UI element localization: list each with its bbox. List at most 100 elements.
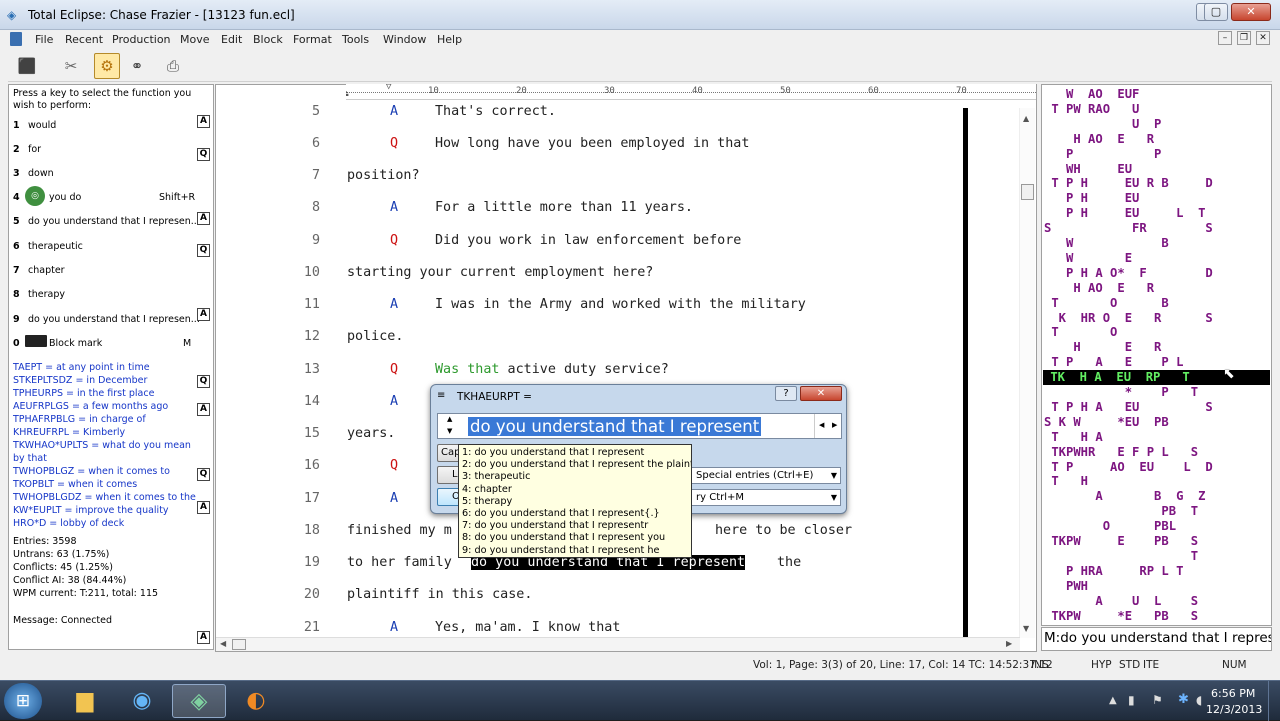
transcript-line[interactable]: 9 Q Did you work in law enforcement before [215,233,1035,265]
steno-stroke[interactable]: A B G Z [1044,489,1205,504]
bicycle-icon[interactable]: ⚭ [124,53,150,79]
scroll-down-icon[interactable]: ▼ [1023,624,1029,633]
transcript-line[interactable]: 7 position? [215,168,1035,200]
menu-format[interactable]: Format [293,33,332,46]
steno-stroke[interactable]: S FR S [1044,221,1213,236]
steno-stroke[interactable]: PWH [1044,579,1088,594]
steno-stroke[interactable]: H E R [1044,340,1161,355]
steno-stroke[interactable]: T P A E P L [1044,355,1183,370]
steno-stroke[interactable]: T H A [1044,430,1102,445]
suggestion-item[interactable]: 3: therapeutic [462,471,530,483]
suggestion-item[interactable]: 6: do you understand that I represent{.} [462,508,660,520]
scroll-right-icon[interactable]: ▶ [1006,639,1012,648]
menu-tools[interactable]: Tools [342,33,369,46]
special-entries-combo[interactable]: Special entries (Ctrl+E) ▼ [691,467,841,484]
steno-stroke[interactable]: P P [1044,147,1161,162]
dictionary-combo[interactable]: ry Ctrl+M ▼ [691,489,841,506]
timer-icon[interactable]: ⚙ [94,53,120,79]
translation-entry-field[interactable]: ▲ ▼ do you understand that I represent ◀… [437,413,842,439]
transcript-line[interactable]: 10 starting your current employment here? [215,265,1035,297]
volume-icon[interactable]: ◖ [1196,693,1202,707]
steno-stroke[interactable]: U P [1044,117,1161,132]
steno-stroke[interactable]: T P H EU R B D [1044,176,1212,191]
transcript-line[interactable]: 5 A That's correct. [215,104,1035,136]
spin-up-icon[interactable]: ▲ [447,415,452,423]
suggestion-item[interactable]: 9: do you understand that I represent he [462,545,660,557]
steno-stroke[interactable]: TKPWHR E F P L S [1044,445,1198,460]
suggestion-item[interactable]: 5: therapy [462,496,512,508]
steno-stroke[interactable]: TK H A EU RP T [1043,370,1270,386]
scroll-left-icon[interactable]: ◀ [220,639,226,648]
steno-stroke[interactable]: T PW RAO U [1044,102,1139,117]
clock-time[interactable]: 6:56 PM [1211,687,1255,700]
hscroll-thumb[interactable] [232,639,246,650]
steno-stroke[interactable]: O PBL [1044,519,1176,534]
tray-arrow-icon[interactable]: ▲ [1109,695,1117,706]
steno-stroke[interactable]: W E [1044,251,1132,266]
start-button[interactable]: ⊞ [4,683,42,719]
steno-stroke[interactable]: P HRA RP L T [1044,564,1183,579]
horizontal-scrollbar[interactable]: ◀ ▶ [216,637,1020,651]
steno-stroke[interactable]: P H A O* F D [1044,266,1213,281]
suggestion-item[interactable]: 1: do you understand that I represent [462,447,644,459]
steno-stroke[interactable]: P H EU [1044,191,1139,206]
network-icon[interactable]: ▮ [1128,693,1135,707]
left-indent-marker[interactable]: ⏏ [346,89,348,99]
mdi-minimize-button[interactable]: – [1218,31,1232,45]
print-icon[interactable]: ⎙ [160,53,186,79]
menu-recent[interactable]: Recent [65,33,103,46]
translate-icon[interactable]: ✂ [58,53,84,79]
spin-down-icon[interactable]: ▼ [447,427,452,435]
steno-stroke[interactable]: K HR O E R S [1044,311,1213,326]
suggestion-item[interactable]: 2: do you understand that I represent th… [462,459,691,471]
steno-stroke[interactable]: A U L S [1044,594,1198,609]
message-field[interactable]: M:do you understand that I represe [1041,627,1272,651]
transcript-line[interactable]: 12 police. [215,329,1035,361]
steno-stroke[interactable]: T O B [1044,296,1168,311]
steno-stroke[interactable]: T P H A EU S [1044,400,1212,415]
menu-block[interactable]: Block [253,33,283,46]
suggestion-item[interactable]: 4: chapter [462,484,512,496]
mdi-close-button[interactable]: ✕ [1256,31,1270,45]
first-line-indent-marker[interactable]: ▽ [386,84,391,92]
realtime-icon[interactable]: ⬛ [14,53,40,79]
transcript-line[interactable]: 6 Q How long have you been employed in tha… [215,136,1035,168]
steno-stroke[interactable]: TKPW *E PB S [1044,609,1198,624]
steno-stroke[interactable]: W AO EUF [1044,87,1139,102]
steno-stroke[interactable]: H AO E R [1044,132,1154,147]
menu-help[interactable]: Help [437,33,462,46]
menu-move[interactable]: Move [180,33,210,46]
menu-edit[interactable]: Edit [221,33,242,46]
steno-stroke[interactable]: T [1044,549,1198,564]
steno-stroke[interactable]: S K W *EU PB [1044,415,1169,430]
steno-stroke[interactable]: * P T [1044,385,1198,400]
steno-notes-panel[interactable]: W AO EUF T PW RAO U U P H AO E R P P WH … [1041,84,1272,626]
firefox-icon[interactable]: ◐ [229,684,283,718]
clock-date[interactable]: 12/3/2013 [1206,703,1262,716]
steno-stroke[interactable]: TKPW E PB S [1044,534,1198,549]
scroll-thumb[interactable] [1021,184,1034,200]
ruler[interactable]: 10 20 30 40 50 60 70 ⏏ ▽ [346,84,1036,100]
bluetooth-icon[interactable]: ✱ [1178,692,1189,707]
show-desktop-button[interactable] [1268,681,1280,721]
file-explorer-icon[interactable]: ▆ [58,684,112,718]
arrow-right-icon[interactable]: ▶ [832,421,837,429]
steno-stroke[interactable]: T H [1044,474,1088,489]
transcript-line[interactable]: 20 plaintiff in this case. [215,587,1035,619]
steno-stroke[interactable]: T P AO EU L D [1044,460,1212,475]
transcript-line[interactable]: 8 A For a little more than 11 years. [215,200,1035,232]
transcript-line[interactable]: 11 A I was in the Army and worked with the… [215,297,1035,329]
steno-stroke[interactable]: WH EU [1044,162,1132,177]
steno-stroke[interactable]: T O [1044,325,1117,340]
suggestion-item[interactable]: 8: do you understand that I represent yo… [462,532,665,544]
maximize-button[interactable]: ▢ [1204,3,1228,21]
dialog-close-button[interactable]: ✕ [800,386,842,401]
menu-window[interactable]: Window [383,33,426,46]
menu-production[interactable]: Production [112,33,171,46]
vertical-scrollbar[interactable]: ▲ ▼ [1019,108,1035,638]
steno-stroke[interactable]: W B [1044,236,1169,251]
menu-file[interactable]: File [35,33,53,46]
help-button[interactable]: ? [775,386,797,401]
steno-stroke[interactable]: PB T [1044,504,1198,519]
total-eclipse-taskbar-icon[interactable]: ◈ [172,684,226,718]
